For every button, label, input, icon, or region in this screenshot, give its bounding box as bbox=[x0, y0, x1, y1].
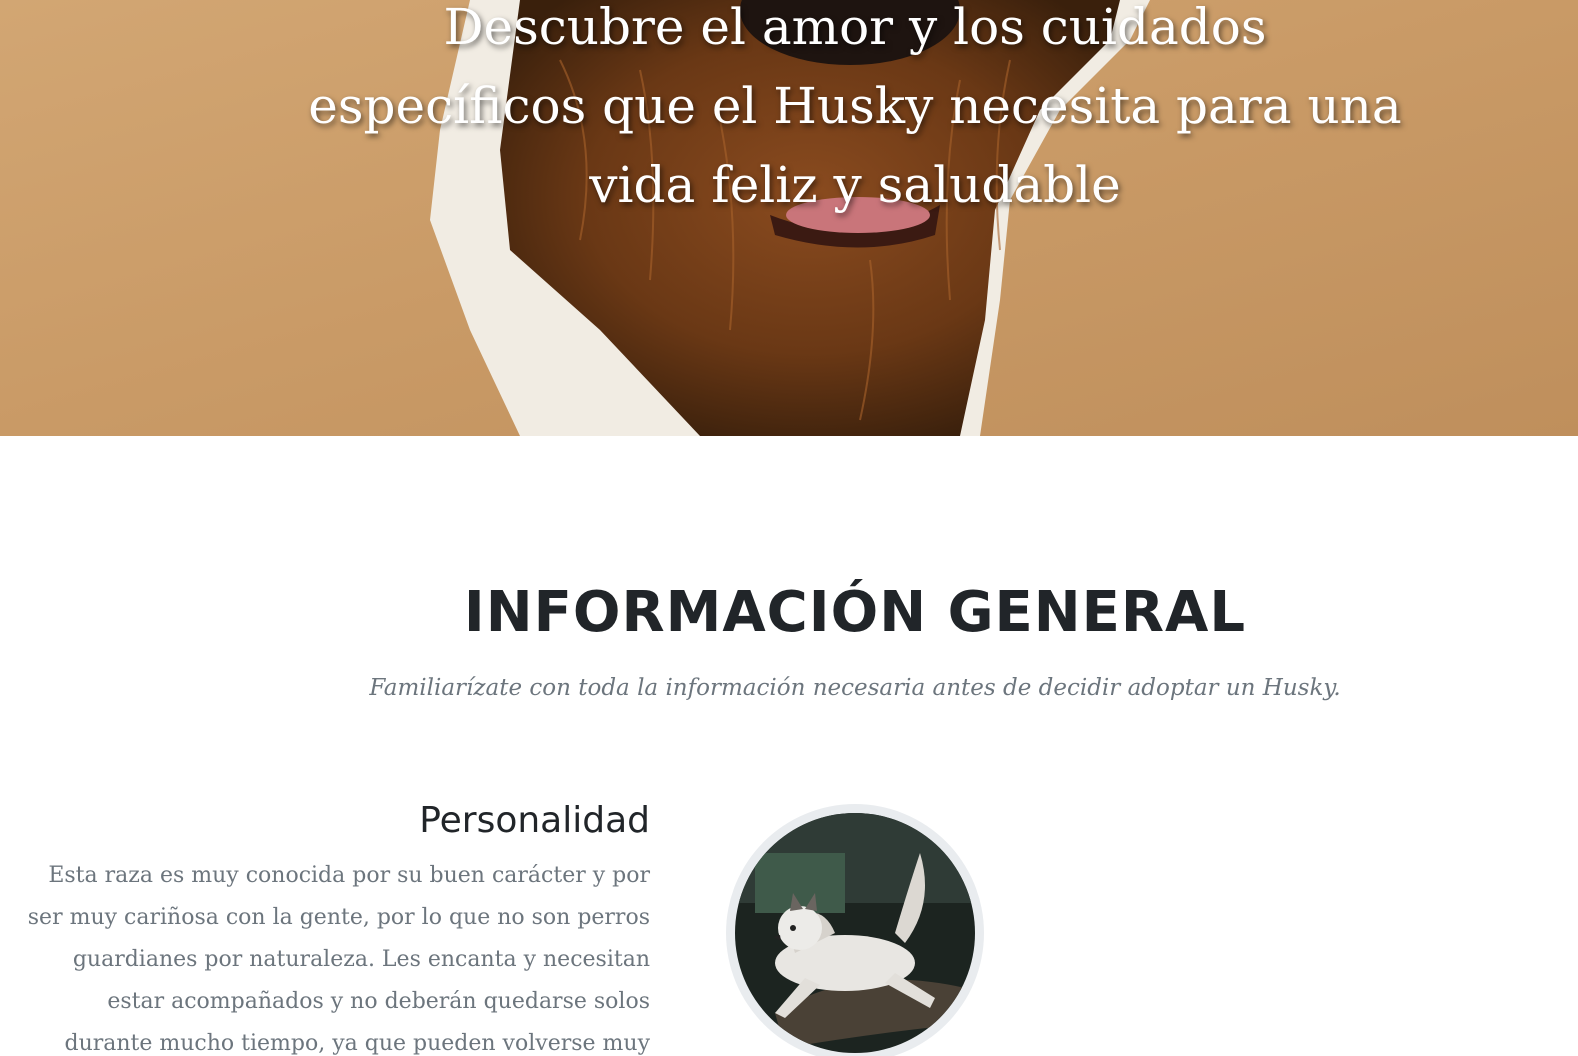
personality-text: Esta raza es muy conocida por su buen ca… bbox=[27, 863, 650, 1056]
husky-photo bbox=[726, 804, 984, 1056]
hero-section: Descubre el amor y los cuidados específi… bbox=[0, 0, 1578, 436]
personality-title: Personalidad bbox=[419, 800, 650, 841]
hero-heading: Descubre el amor y los cuidados específi… bbox=[308, 0, 1402, 214]
section-title: INFORMACIÓN GENERAL bbox=[463, 580, 1247, 645]
personality-block: Personalidad Esta raza es muy conocida p… bbox=[20, 795, 650, 1056]
husky-image bbox=[735, 813, 975, 1053]
page: Descubre el amor y los cuidados específi… bbox=[0, 0, 1578, 1056]
section-subtitle: Familiarízate con toda la información ne… bbox=[369, 675, 1341, 701]
